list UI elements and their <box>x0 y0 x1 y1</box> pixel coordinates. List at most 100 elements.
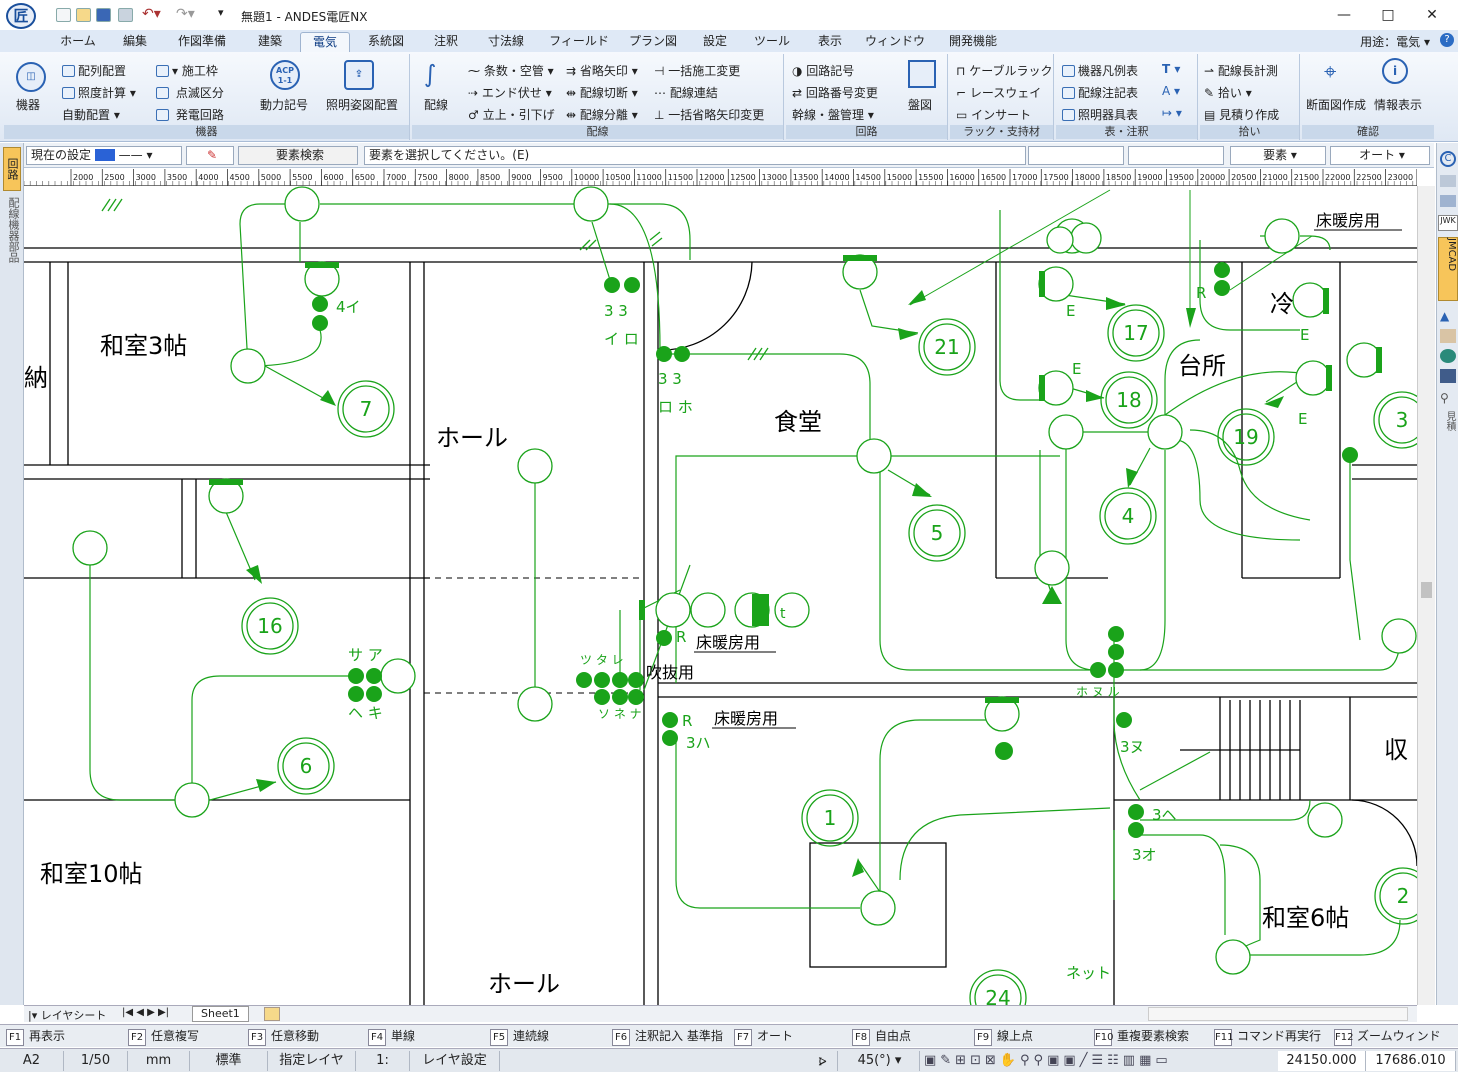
tab-electric[interactable]: 電気 <box>300 32 350 52</box>
strand-count-button[interactable]: ⁓ 条数・空管 ▾ <box>468 62 554 79</box>
fkey-f4[interactable]: F4 単線 <box>368 1027 486 1046</box>
fkey-f6[interactable]: F6注釈記入 基準指定 <box>612 1027 730 1062</box>
copyright-icon[interactable]: C <box>1440 151 1456 167</box>
omit-arrow-button[interactable]: ⇉ 省略矢印 ▾ <box>566 62 638 79</box>
section-view-button[interactable]: 断面図作成 <box>1306 96 1366 113</box>
current-settings[interactable]: 現在の設定 —— ▾ <box>26 146 182 165</box>
element-search-button[interactable]: 要素検索 <box>238 146 358 165</box>
illuminance-button[interactable]: 照度計算 ▾ <box>62 84 136 101</box>
insert-button[interactable]: ▭ インサート <box>956 106 1031 123</box>
angle-select[interactable]: 45(°) ▾ <box>840 1051 920 1071</box>
layer-sheet-tab[interactable]: |▾ レイヤシート <box>28 1007 106 1023</box>
aux-field-1[interactable] <box>1028 146 1124 165</box>
circuit-panel-tab[interactable]: 回路 <box>3 147 21 191</box>
fkey-f3[interactable]: F3 任意移動 <box>248 1027 366 1046</box>
panel-diagram-button[interactable]: 盤図 <box>908 96 932 113</box>
horizontal-scrollbar[interactable] <box>1148 1007 1408 1021</box>
unit[interactable]: mm <box>128 1051 190 1071</box>
wire-cut-button[interactable]: ⇹ 配線切断 ▾ <box>566 84 638 101</box>
fkey-f8[interactable]: F8 自由点 <box>852 1027 970 1046</box>
maximize-button[interactable]: □ <box>1366 0 1410 30</box>
layer-mode[interactable]: 指定レイヤ <box>268 1051 356 1071</box>
leader-icon[interactable]: A ▾ <box>1162 84 1180 98</box>
riser-button[interactable]: ♂ 立上・引下げ <box>468 106 555 123</box>
wiring-button[interactable]: 配線 <box>424 96 448 113</box>
tab-drawing-prep[interactable]: 作図準備 <box>166 32 238 52</box>
globe-icon[interactable] <box>1440 349 1456 363</box>
open-folder-icon[interactable] <box>76 8 91 22</box>
app-logo[interactable]: 匠 <box>6 3 36 29</box>
circuit-renumber-button[interactable]: ⇄ 回路番号変更 <box>792 84 878 101</box>
fkey-f11[interactable]: F11 コマンド再実行 <box>1214 1027 1332 1046</box>
warning-icon[interactable]: ▲ <box>1440 309 1456 323</box>
raceway-button[interactable]: ⌐ レースウェイ <box>956 84 1041 101</box>
tab-architecture[interactable]: 建築 <box>244 32 296 52</box>
scroll-thumb[interactable] <box>1421 582 1432 598</box>
fkey-f1[interactable]: F1 再表示 <box>6 1027 124 1046</box>
jwk-button[interactable]: JWK <box>1438 215 1458 231</box>
usage-selector[interactable]: 用途：電気 ▾ <box>1360 33 1430 50</box>
fkey-f2[interactable]: F2 任意複写 <box>128 1027 246 1046</box>
tab-dev[interactable]: 開発機能 <box>934 32 1012 52</box>
scale[interactable]: 1/50 <box>64 1051 128 1071</box>
tab-tools[interactable]: ツール <box>746 32 798 52</box>
wire-length-button[interactable]: ⇀ 配線長計測 <box>1204 62 1278 79</box>
snap-mode-select[interactable]: オート ▾ <box>1330 146 1430 165</box>
fkey-f5[interactable]: F5 連続線 <box>490 1027 608 1046</box>
tab-field[interactable]: フィールド <box>542 32 616 52</box>
vertical-scrollbar[interactable] <box>1417 186 1435 1005</box>
print-icon[interactable] <box>118 8 133 22</box>
info-display-button[interactable]: 情報表示 <box>1374 96 1422 113</box>
construction-frame-button[interactable]: ▾ 施工枠 <box>156 62 218 79</box>
generator-circuit-button[interactable]: 発電回路 <box>156 106 224 123</box>
minimize-button[interactable]: — <box>1322 0 1366 30</box>
light-figure-button[interactable]: 照明姿図配置 <box>326 96 398 113</box>
dimension-icon[interactable]: ↦ ▾ <box>1162 106 1182 120</box>
lighting-table-button[interactable]: 照明器具表 <box>1062 106 1138 123</box>
sheet-tab[interactable]: Sheet1 <box>192 1006 249 1022</box>
fkey-f9[interactable]: F9 線上点 <box>974 1027 1092 1046</box>
jmcad-tab[interactable]: JMCAD <box>1438 237 1458 301</box>
power-symbol-button[interactable]: 動力記号 <box>260 96 308 113</box>
parts-panel-tab[interactable]: 配線機器部品 <box>3 197 21 281</box>
tree-icon[interactable] <box>1440 195 1456 207</box>
tab-home[interactable]: ホーム <box>50 32 106 52</box>
array-place-button[interactable]: 配列配置 <box>62 62 126 79</box>
floor-plan[interactable]: 7 21 17 18 19 5 4 16 6 1 24 3 2 t 和室3帖 ホ… <box>24 186 1417 1005</box>
fkey-f7[interactable]: F7 オート <box>734 1027 852 1046</box>
takeoff-button[interactable]: ✎ 拾い ▾ <box>1204 84 1252 101</box>
end-hide-button[interactable]: ⇢ エンド伏せ ▾ <box>468 84 552 101</box>
tab-annotation[interactable]: 注釈 <box>422 32 470 52</box>
cable-rack-button[interactable]: ⊓ ケーブルラック <box>956 62 1052 79</box>
device-legend-button[interactable]: 機器凡例表 <box>1062 62 1138 79</box>
trunk-panel-button[interactable]: 幹線・盤管理 ▾ <box>792 106 874 123</box>
wiring-note-button[interactable]: 配線注記表 <box>1062 84 1138 101</box>
bulk-omit-arrow-button[interactable]: ⊥ 一括省略矢印変更 <box>654 106 764 123</box>
drawing-canvas[interactable]: 7 21 17 18 19 5 4 16 6 1 24 3 2 t 和室3帖 ホ… <box>24 186 1417 1005</box>
qat-customize-icon[interactable]: ▾ <box>218 6 224 19</box>
switch-zone-button[interactable]: 点滅区分 <box>156 84 224 101</box>
element-filter-select[interactable]: 要素 ▾ <box>1230 146 1326 165</box>
add-sheet-icon[interactable] <box>264 1007 280 1021</box>
image-icon[interactable] <box>1440 329 1456 343</box>
device-button[interactable]: 機器 <box>16 96 40 113</box>
tab-settings[interactable]: 設定 <box>690 32 740 52</box>
undo-icon[interactable]: ↶▾ <box>142 6 161 22</box>
new-file-icon[interactable] <box>56 8 71 22</box>
aux-field-2[interactable] <box>1128 146 1224 165</box>
fkey-f10[interactable]: F10 重複要素検索 <box>1094 1027 1212 1046</box>
tab-edit[interactable]: 編集 <box>110 32 160 52</box>
close-button[interactable]: ✕ <box>1410 0 1454 30</box>
estimate-tab[interactable]: 見積 <box>1439 411 1457 441</box>
tab-view[interactable]: 表示 <box>804 32 856 52</box>
layer-settings-button[interactable]: レイヤ設定 <box>410 1051 500 1071</box>
fkey-f12[interactable]: F12ズームウィンドウ <box>1334 1027 1452 1062</box>
circuit-symbol-button[interactable]: ◑ 回路記号 <box>792 62 854 79</box>
auto-place-button[interactable]: 自動配置 ▾ <box>62 106 120 123</box>
snap-toolbar-icons[interactable]: ▣✎⊞⊡⊠✋⚲⚲▣▣╱☰☷▥▦▭ <box>924 1053 1272 1069</box>
tab-window[interactable]: ウィンドウ <box>862 32 928 52</box>
tab-dimension[interactable]: 寸法線 <box>476 32 536 52</box>
redo-icon[interactable]: ↷▾ <box>176 6 195 22</box>
pen-icon[interactable]: ✎ <box>186 146 234 165</box>
estimate-button[interactable]: ▤ 見積り作成 <box>1204 106 1279 123</box>
